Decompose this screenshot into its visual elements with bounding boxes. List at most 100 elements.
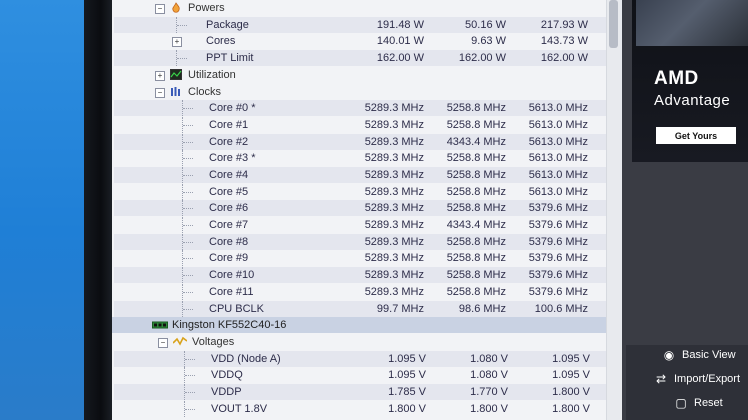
power-row[interactable]: + Cores 140.01 W 9.63 W 143.73 W <box>114 33 606 49</box>
voltage-row[interactable]: VOUT 1.8V 1.800 V 1.800 V 1.800 V <box>114 401 606 417</box>
tree-branch <box>183 108 193 109</box>
reset-label: Reset <box>694 397 723 409</box>
clocks-collapse-toggle[interactable]: − <box>155 88 165 98</box>
clock-row[interactable]: Core #5 5289.3 MHz 5258.8 MHz 5613.0 MHz <box>114 184 606 200</box>
clock-row[interactable]: Core #2 5289.3 MHz 4343.4 MHz 5613.0 MHz <box>114 134 606 150</box>
clock-row[interactable]: Core #3 * 5289.3 MHz 5258.8 MHz 5613.0 MHz <box>114 150 606 166</box>
voltage-row[interactable]: VDD (Node A) 1.095 V 1.080 V 1.095 V <box>114 351 606 367</box>
value-cur: 99.7 MHz <box>376 303 424 315</box>
ram-module-icon <box>152 319 168 330</box>
value-max: 5379.6 MHz <box>528 219 588 231</box>
clock-row[interactable]: Core #1 5289.3 MHz 5258.8 MHz 5613.0 MHz <box>114 117 606 133</box>
import-export-button[interactable]: ⇄ Import/Export <box>652 367 748 391</box>
clock-label: CPU BCLK <box>209 303 265 315</box>
voltages-group[interactable]: − Voltages <box>114 334 606 350</box>
tree-branch <box>183 175 193 176</box>
power-row[interactable]: PPT Limit 162.00 W 162.00 W 162.00 W <box>114 50 606 66</box>
value-cur: 5289.3 MHz <box>364 102 424 114</box>
voltage-row[interactable]: VDDQ 1.095 V 1.080 V 1.095 V <box>114 367 606 383</box>
utilization-label: Utilization <box>188 69 236 81</box>
get-yours-button[interactable]: Get Yours <box>656 127 736 144</box>
value-cur: 140.01 W <box>376 35 424 47</box>
value-max: 143.73 W <box>540 35 588 47</box>
reset-icon: ▢ <box>675 396 687 410</box>
powers-label: Powers <box>188 2 225 14</box>
amd-logo: AMD <box>654 68 699 89</box>
value-max: 5379.6 MHz <box>528 236 588 248</box>
value-min: 9.63 W <box>471 35 506 47</box>
clock-label: Core #2 <box>209 136 249 148</box>
value-cur: 1.785 V <box>388 386 426 398</box>
clock-row[interactable]: CPU BCLK 99.7 MHz 98.6 MHz 100.6 MHz <box>114 301 606 317</box>
value-min: 5258.8 MHz <box>446 252 506 264</box>
value-min: 1.080 V <box>470 369 508 381</box>
value-min: 162.00 W <box>458 52 506 64</box>
clock-row[interactable]: Core #11 5289.3 MHz 5258.8 MHz 5379.6 MHz <box>114 284 606 300</box>
value-min: 5258.8 MHz <box>446 169 506 181</box>
basic-view-label: Basic View <box>682 349 736 361</box>
clock-label: Core #0 * <box>209 102 256 114</box>
powers-group[interactable]: − Powers <box>114 0 606 16</box>
value-min: 5258.8 MHz <box>446 202 506 214</box>
powers-collapse-toggle[interactable]: − <box>155 4 165 14</box>
value-cur: 5289.3 MHz <box>364 219 424 231</box>
value-cur: 5289.3 MHz <box>364 169 424 181</box>
vertical-scrollbar[interactable] <box>606 0 623 420</box>
ad-tagline: Advantage <box>654 92 731 109</box>
value-cur: 5289.3 MHz <box>364 119 424 131</box>
voltage-label: VDDQ <box>211 369 243 381</box>
tree-branch <box>183 309 193 310</box>
value-max: 5613.0 MHz <box>528 136 588 148</box>
value-min: 5258.8 MHz <box>446 186 506 198</box>
clock-row[interactable]: Core #7 5289.3 MHz 4343.4 MHz 5379.6 MHz <box>114 217 606 233</box>
utilization-icon <box>170 69 182 80</box>
clocks-group[interactable]: − Clocks <box>114 84 606 100</box>
tree-branch <box>183 242 193 243</box>
value-max: 100.6 MHz <box>534 303 588 315</box>
voltage-label: VDD (Node A) <box>211 353 281 365</box>
voltage-icon <box>172 336 188 347</box>
tree-branch <box>185 375 195 376</box>
reset-button[interactable]: ▢ Reset <box>672 391 748 415</box>
clock-row[interactable]: Core #4 5289.3 MHz 5258.8 MHz 5613.0 MHz <box>114 167 606 183</box>
tree-branch <box>185 359 195 360</box>
value-cur: 5289.3 MHz <box>364 186 424 198</box>
basic-view-button[interactable]: ◉ Basic View <box>660 343 748 367</box>
value-cur: 1.095 V <box>388 369 426 381</box>
power-row[interactable]: Package 191.48 W 50.16 W 217.93 W <box>114 17 606 33</box>
tree-branch <box>185 409 195 410</box>
value-max: 5379.6 MHz <box>528 269 588 281</box>
value-max: 5613.0 MHz <box>528 186 588 198</box>
value-cur: 5289.3 MHz <box>364 252 424 264</box>
clock-row[interactable]: Core #6 5289.3 MHz 5258.8 MHz 5379.6 MHz <box>114 200 606 216</box>
clock-row[interactable]: Core #8 5289.3 MHz 5258.8 MHz 5379.6 MHz <box>114 234 606 250</box>
cores-expand-toggle[interactable]: + <box>172 37 182 47</box>
memory-device-row[interactable]: Kingston KF552C40-16 <box>112 317 606 333</box>
value-max: 1.800 V <box>552 386 590 398</box>
voltage-row[interactable]: VDDP 1.785 V 1.770 V 1.800 V <box>114 384 606 400</box>
value-cur: 5289.3 MHz <box>364 236 424 248</box>
voltages-collapse-toggle[interactable]: − <box>158 338 168 348</box>
scrollbar-thumb[interactable] <box>609 0 618 48</box>
value-max: 1.800 V <box>552 403 590 415</box>
clock-row[interactable]: Core #10 5289.3 MHz 5258.8 MHz 5379.6 MHz <box>114 267 606 283</box>
import-export-icon: ⇄ <box>655 372 667 386</box>
value-min: 5258.8 MHz <box>446 152 506 164</box>
import-export-label: Import/Export <box>674 373 741 385</box>
clock-label: Core #3 * <box>209 152 256 164</box>
clock-row[interactable]: Core #9 5289.3 MHz 5258.8 MHz 5379.6 MHz <box>114 250 606 266</box>
clock-label: Core #10 <box>209 269 255 281</box>
clock-label: Core #8 <box>209 236 249 248</box>
tree-branch <box>183 208 193 209</box>
clock-row[interactable]: Core #0 * 5289.3 MHz 5258.8 MHz 5613.0 MHz <box>114 100 606 116</box>
voltage-label: VOUT 1.8V <box>211 403 268 415</box>
clock-icon <box>170 86 182 97</box>
power-label: Package <box>206 19 249 31</box>
clock-label: Core #11 <box>209 286 254 298</box>
value-max: 5613.0 MHz <box>528 102 588 114</box>
utilization-group[interactable]: + Utilization <box>114 67 606 83</box>
utilization-expand-toggle[interactable]: + <box>155 71 165 81</box>
value-min: 5258.8 MHz <box>446 286 506 298</box>
tree-branch <box>183 292 193 293</box>
value-min: 98.6 MHz <box>458 303 506 315</box>
